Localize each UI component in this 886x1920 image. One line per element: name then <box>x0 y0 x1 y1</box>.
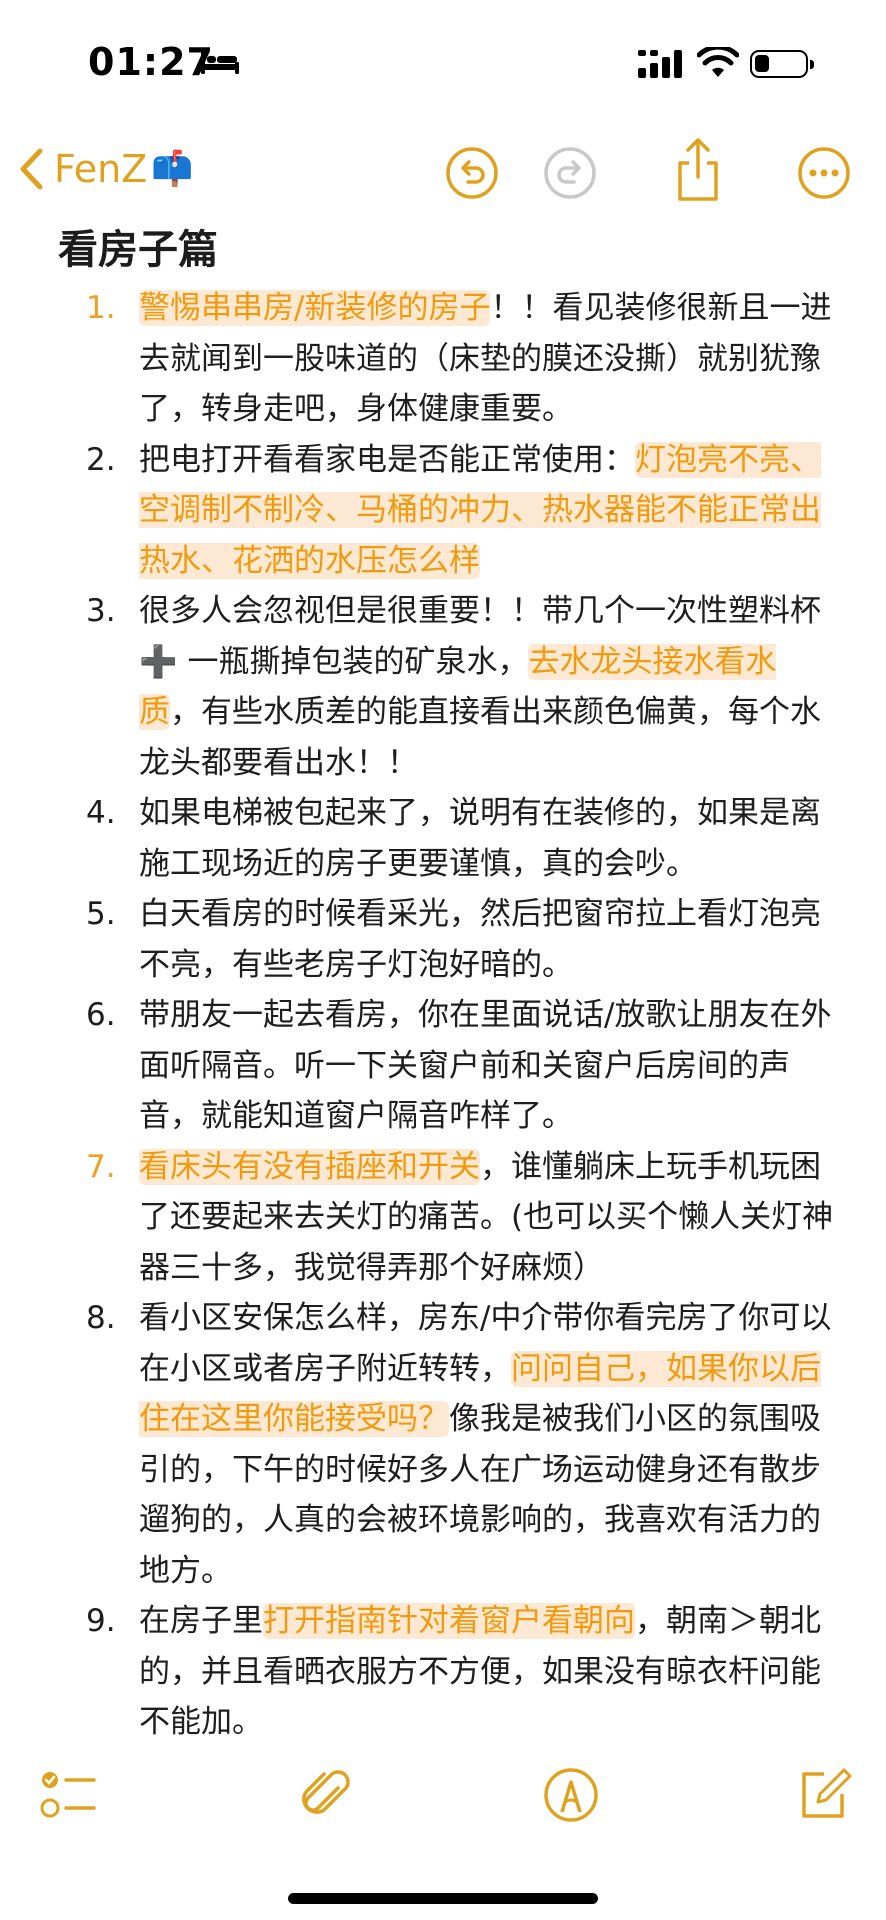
list-item-text: ，有些水质差的能直接看出来颜色偏黄，每个水龙头都要看出水！！ <box>139 694 821 781</box>
list-item: 7. 看床头有没有插座和开关，谁懂躺床上玩手机玩困了还要起来去关灯的痛苦。(也可以… <box>0 1142 886 1294</box>
list-item-number: 2. <box>86 441 116 478</box>
list-item-number: 9. <box>86 1603 116 1639</box>
list-item: 5. 白天看房的时候看采光，然后把窗帘拉上看灯泡亮不亮，有些老房子灯泡好暗的。 <box>0 889 886 990</box>
highlighted-text: 打开指南针对着窗户看朝向 <box>263 1603 635 1639</box>
checklist-button[interactable] <box>40 1766 98 1824</box>
list-item-number: 7. <box>86 1148 116 1185</box>
list-item-number: 4. <box>86 795 116 831</box>
list-item-text: 在房子里 <box>139 1603 263 1639</box>
attachment-paperclip-button[interactable] <box>296 1766 354 1824</box>
navigation-bar: FenZ 📫 <box>0 135 886 215</box>
list-item-number: 8. <box>86 1300 116 1336</box>
battery-icon <box>750 50 814 78</box>
list-item-number: 3. <box>86 593 116 629</box>
status-time: 01:27 <box>88 40 214 84</box>
back-button[interactable]: FenZ 📫 <box>18 147 194 191</box>
list-item: 2. 把电打开看看家电是否能正常使用：灯泡亮不亮、空调制不制冷、马桶的冲力、热水器… <box>0 435 886 587</box>
redo-button[interactable] <box>542 145 598 201</box>
bottom-toolbar <box>0 1760 886 1840</box>
list-item-text: 把电打开看看家电是否能正常使用： <box>139 441 635 478</box>
list-item-text: 带朋友一起去看房，你在里面说话/放歌让朋友在外面听隔音。听一下关窗户前和关窗户后… <box>139 997 832 1134</box>
sleep-bed-icon <box>201 52 239 74</box>
back-label: FenZ <box>54 147 148 191</box>
list-item-text: 如果电梯被包起来了，说明有在装修的，如果是离施工现场近的房子更要谨慎，真的会吵。 <box>139 795 821 882</box>
undo-button[interactable] <box>444 145 500 201</box>
share-button[interactable] <box>670 137 726 203</box>
more-options-button[interactable] <box>796 145 852 201</box>
cellular-signal-icon <box>638 50 682 78</box>
markup-pen-button[interactable] <box>542 1766 600 1824</box>
highlighted-text: 看床头有没有插座和开关 <box>139 1148 480 1185</box>
highlighted-text: 警惕串串房/新装修的房子 <box>139 290 491 326</box>
list-item: 9. 在房子里打开指南针对着窗户看朝向，朝南＞朝北的，并且看晒衣服方不方便，如果没… <box>0 1596 886 1748</box>
status-bar: 01:27 <box>0 0 886 130</box>
list-item-text: 白天看房的时候看采光，然后把窗帘拉上看灯泡亮不亮，有些老房子灯泡好暗的。 <box>139 896 821 983</box>
numbered-list: 1. 警惕串串房/新装修的房子！！看见装修很新且一进去就闻到一股味道的（床垫的膜还… <box>0 283 886 1748</box>
list-item: 8. 看小区安保怎么样，房东/中介带你看完房了你可以在小区或者房子附近转转，问问自… <box>0 1293 886 1596</box>
note-title: 看房子篇 <box>58 227 218 273</box>
mailbox-emoji: 📫 <box>151 149 194 189</box>
wifi-icon <box>697 47 739 77</box>
list-item: 6. 带朋友一起去看房，你在里面说话/放歌让朋友在外面听隔音。听一下关窗户前和关窗… <box>0 990 886 1142</box>
list-item: 4. 如果电梯被包起来了，说明有在装修的，如果是离施工现场近的房子更要谨慎，真的会… <box>0 788 886 889</box>
compose-new-note-button[interactable] <box>794 1766 852 1824</box>
list-item-number: 6. <box>86 997 116 1033</box>
home-indicator[interactable] <box>288 1893 598 1904</box>
list-item-number: 5. <box>86 896 116 932</box>
list-item-number: 1. <box>86 290 116 326</box>
list-item: 1. 警惕串串房/新装修的房子！！看见装修很新且一进去就闻到一股味道的（床垫的膜还… <box>0 283 886 435</box>
list-item: 3. 很多人会忽视但是很重要！！带几个一次性塑料杯 ➕ 一瓶撕掉包装的矿泉水，去水… <box>0 586 886 788</box>
chevron-left-icon <box>20 148 43 190</box>
